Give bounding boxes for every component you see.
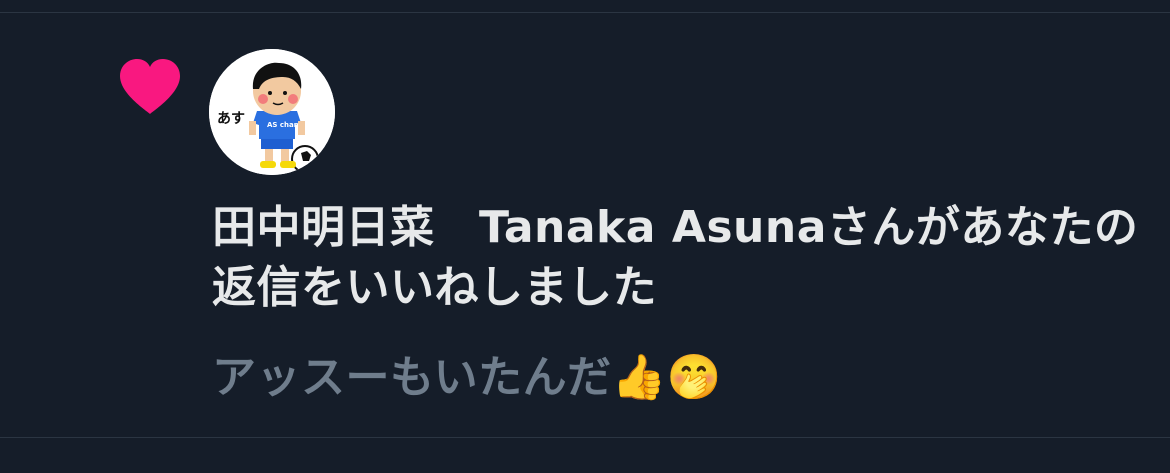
reply-text[interactable]: アッスーもいたんだ👍🤭	[212, 348, 1157, 408]
avatar-label: あす	[217, 111, 245, 127]
avatar-illustration: AS channel あす	[209, 49, 335, 175]
divider	[0, 437, 1170, 438]
notification-text: 田中明日菜 Tanaka Asunaさんがあなたの返信をいいねしました	[212, 198, 1157, 318]
heart-icon	[120, 59, 180, 114]
avatar[interactable]: AS channel あす	[209, 49, 335, 175]
user-name[interactable]: 田中明日菜 Tanaka Asuna	[212, 202, 827, 253]
